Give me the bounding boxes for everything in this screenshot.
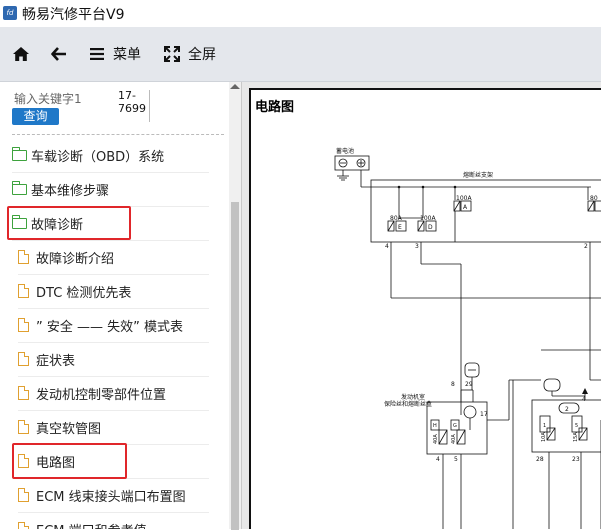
engine-box-fuse-1-tag: H [433,423,437,429]
document-icon [18,317,30,332]
app-logo: fd [3,6,17,20]
engine-box-pin-5: 5 [454,456,458,463]
sidebar: 查询 17-7699 车载诊断（OBD）系统 基本维修步骤 故障诊断 故障诊断介… [0,82,242,529]
tree-item-label: DTC 检测优先表 [36,285,132,301]
battery-label: 蓄电池 [336,147,354,155]
engine-box-fuse-1-rating: 40A [433,434,439,444]
tree-item-dtc-priority[interactable]: DTC 检测优先表 [18,274,209,309]
tree-item-ecm-terminals[interactable]: ECM 端口和参考值 [18,512,209,529]
tree-item-diagnosis-intro[interactable]: 故障诊断介绍 [18,240,209,275]
highlight-box-diagnosis [7,206,131,240]
document-icon [18,351,30,366]
document-icon [18,521,30,529]
sidebar-scrollbar[interactable] [229,82,241,530]
right-box-pin-4: 4 [582,396,586,403]
right-box-fuse-1-rating: 10A [541,432,547,442]
fuse-2-rating: 80A [390,215,403,222]
right-box-fuse-2-tag: 5 [575,423,578,429]
tree-item-label: 真空软管图 [36,421,102,437]
document-icon [18,487,30,502]
expand-icon [164,46,180,62]
tree-item-label: 车载诊断（OBD）系统 [31,149,165,165]
tree-item-symptoms[interactable]: 症状表 [18,342,209,377]
pin-3-label: 3 [415,243,419,250]
tree-item-obd[interactable]: 车载诊断（OBD）系统 [11,138,209,173]
tree-item-vacuum-hose[interactable]: 真空软管图 [18,410,209,445]
fuse-3-letter: D [428,224,433,231]
right-box-fuse-2-rating: 15A [573,432,579,442]
tree-divider [12,134,224,135]
document-icon [18,385,30,400]
folder-icon [11,180,27,195]
pin-4-label: 4 [385,243,389,250]
home-button[interactable] [12,27,30,81]
menu-label: 菜单 [113,47,141,63]
content-area: 电路图 蓄电池 熔断丝支架 100A A 80A E 100A D 80 4 3… [242,82,601,529]
highlight-box-wiring-diagram [12,443,127,479]
engine-box-fuse-2-rating: 40A [451,434,457,444]
search-input[interactable] [14,91,113,107]
document-icon [18,249,30,264]
right-box-pin-23: 23 [572,456,580,463]
wiring-diagram: 蓄电池 熔断丝支架 100A A 80A E 100A D 80 4 3 2 发… [334,147,601,529]
pin-2-label: 2 [584,243,588,250]
fullscreen-button[interactable]: 全屏 [164,27,216,81]
fuse-box-outline [370,179,601,243]
engine-box-pin-4: 4 [436,456,440,463]
right-box-number-2: 2 [565,406,569,413]
tree-item-label: ECM 线束接头端口布置图 [36,489,186,505]
tree-item-label: ” 安全 —— 失效” 模式表 [36,319,183,335]
home-icon [13,47,29,61]
search-code: 17-7699 [118,89,146,115]
tree-item-label: 发动机控制零部件位置 [36,387,167,403]
fuse-1-letter: A [463,204,468,211]
arrow-left-icon [51,47,66,61]
search-button[interactable]: 查询 [12,108,59,125]
engine-box-pin-8: 8 [451,381,455,388]
right-box-fuse-1-tag: 1 [543,423,546,429]
tree-item-component-location[interactable]: 发动机控制零部件位置 [18,376,209,411]
scroll-up-icon[interactable] [230,84,240,89]
title-bar: fd 畅易汽修平台V9 [0,0,601,27]
hamburger-icon [90,48,104,60]
search-divider [149,90,150,122]
engine-box-label-line2: 保险丝和熔断丝盒 [384,400,432,408]
window-title: 畅易汽修平台V9 [22,7,125,23]
menu-button[interactable]: 菜单 [90,27,141,81]
folder-icon [11,146,27,161]
tree-item-label: 故障诊断介绍 [36,251,115,267]
engine-box-label-line1: 发动机室 [401,393,425,401]
engine-box-fuse-2-tag: G [453,423,457,429]
toolbar: 菜单 全屏 [0,27,601,82]
fuse-4-rating: 80 [590,195,598,202]
fuse-2-letter: E [398,224,402,231]
fullscreen-label: 全屏 [188,47,216,63]
tree-item-label: 症状表 [36,353,76,369]
engine-box-pin-17: 17 [480,411,488,418]
back-button[interactable] [51,27,67,81]
document-icon [18,283,30,298]
right-box-pin-28: 28 [536,456,544,463]
tree-item-basic-repair[interactable]: 基本维修步骤 [11,172,209,207]
tree-item-label: ECM 端口和参考值 [36,520,147,530]
fuse-3-rating: 100A [420,215,436,222]
fuse-1-rating: 100A [456,195,472,202]
fuse-box-label: 熔断丝支架 [463,171,493,179]
scroll-thumb[interactable] [231,202,239,530]
tree-item-label: 基本维修步骤 [31,183,110,199]
engine-box-pin-29: 29 [465,381,473,388]
tree-item-fail-safe[interactable]: ” 安全 —— 失效” 模式表 [18,308,209,343]
tree-item-ecm-connector[interactable]: ECM 线束接头端口布置图 [18,478,209,513]
document-icon [18,419,30,434]
document-page: 电路图 蓄电池 熔断丝支架 100A A 80A E 100A D 80 4 3… [249,88,601,529]
